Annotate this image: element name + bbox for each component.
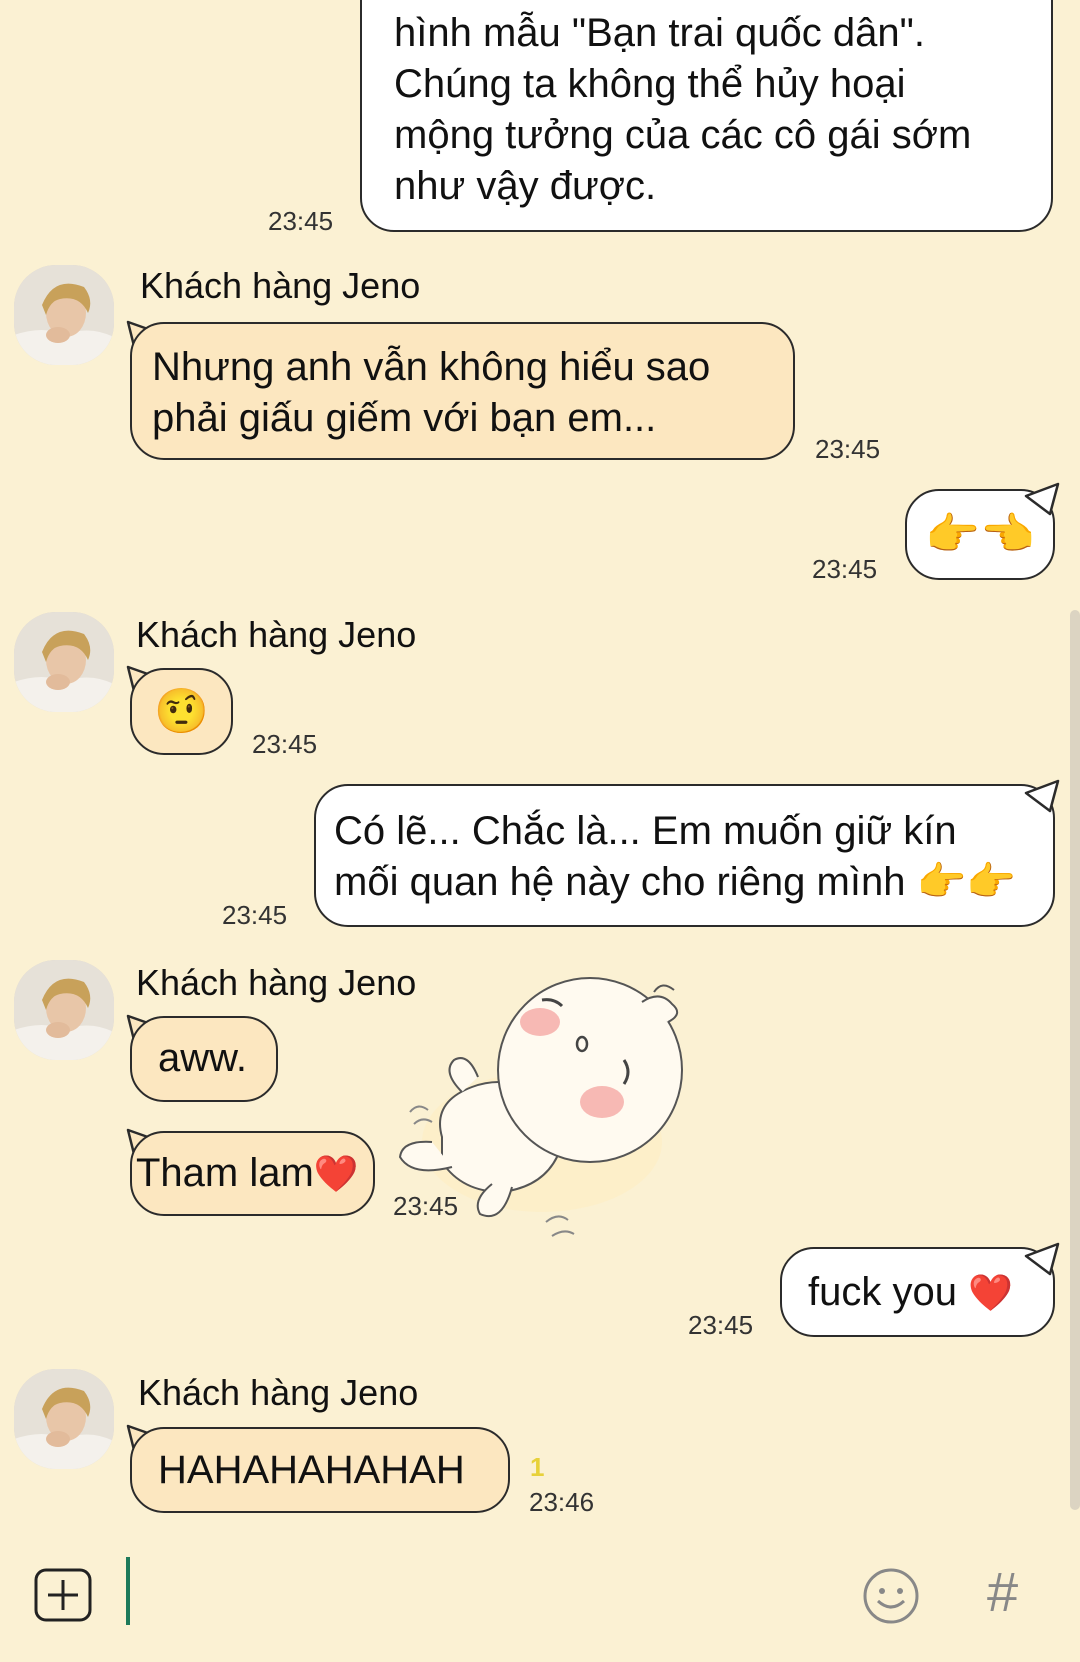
message-text: Tham lam bbox=[136, 1151, 314, 1195]
message-text-line: như vậy được. bbox=[394, 164, 657, 208]
heart-emoji: ❤️ bbox=[968, 1272, 1013, 1313]
message-bubble-incoming[interactable]: 🤨 bbox=[130, 668, 233, 755]
message-time: 23:45 bbox=[815, 434, 881, 464]
avatar[interactable] bbox=[14, 960, 114, 1060]
bubble-tail bbox=[1024, 1242, 1060, 1276]
message-text: HAHAHAHAHAH bbox=[158, 1448, 465, 1492]
sender-name: Khách hàng Jeno bbox=[138, 1372, 419, 1413]
message-bubble-outgoing[interactable]: Có lẽ... Chắc là... Em muốn giữ kín mối … bbox=[314, 784, 1055, 927]
message-time: 23:45 bbox=[812, 554, 878, 584]
hashtag-button[interactable]: # bbox=[987, 1559, 1018, 1624]
message-bubble-incoming[interactable]: Nhưng anh vẫn không hiểu sao phải giấu g… bbox=[130, 322, 795, 460]
message-text: fuck you bbox=[808, 1270, 957, 1314]
message-bubble-incoming[interactable]: aww. bbox=[130, 1016, 278, 1102]
emoji-pointing-fingers: 👉👈 bbox=[925, 510, 1035, 559]
message-bubble-outgoing[interactable]: fuck you ❤️ bbox=[780, 1247, 1055, 1337]
message-time: 23:45 bbox=[222, 900, 288, 930]
message-time: 23:45 bbox=[268, 206, 334, 236]
sender-name: Khách hàng Jeno bbox=[136, 614, 417, 655]
message-bubble-incoming[interactable]: HAHAHAHAHAH bbox=[130, 1427, 510, 1513]
message-text-line: phải giấu giếm với bạn em... bbox=[152, 396, 657, 440]
message-text-line: mộng tưởng của các cô gái sớm bbox=[394, 113, 972, 157]
message-bubble-outgoing[interactable]: hình mẫu "Bạn trai quốc dân". Chúng ta k… bbox=[360, 0, 1053, 232]
avatar[interactable] bbox=[14, 612, 114, 712]
bubble-tail bbox=[1024, 779, 1060, 813]
message-text-line: mối quan hệ này cho riêng mình 👉👉 bbox=[334, 860, 1017, 904]
unread-count: 1 bbox=[530, 1452, 545, 1482]
heart-emoji: ❤️ bbox=[313, 1153, 359, 1194]
avatar[interactable] bbox=[14, 265, 114, 365]
message-composer: # bbox=[0, 1537, 1080, 1662]
message-text-line: Có lẽ... Chắc là... Em muốn giữ kín bbox=[334, 809, 957, 853]
bubble-tail bbox=[1024, 482, 1060, 516]
sender-name: Khách hàng Jeno bbox=[136, 962, 417, 1003]
avatar[interactable] bbox=[14, 1369, 114, 1469]
emoji-raised-eyebrow: 🤨 bbox=[154, 687, 209, 736]
message-text-line: Chúng ta không thể hủy hoại bbox=[394, 62, 906, 106]
message-text-line: hình mẫu "Bạn trai quốc dân". bbox=[394, 11, 925, 55]
message-time: 23:45 bbox=[688, 1310, 754, 1340]
plus-square-icon[interactable] bbox=[34, 1568, 92, 1622]
message-time: 23:45 bbox=[393, 1191, 459, 1221]
message-time: 23:46 bbox=[529, 1487, 595, 1517]
message-text-line: Nhưng anh vẫn không hiểu sao bbox=[152, 345, 711, 389]
text-cursor bbox=[126, 1557, 130, 1625]
message-input[interactable] bbox=[120, 1557, 840, 1627]
message-text: aww. bbox=[158, 1036, 247, 1080]
smiley-icon[interactable] bbox=[862, 1567, 920, 1625]
message-time: 23:45 bbox=[252, 729, 318, 759]
sender-name: Khách hàng Jeno bbox=[140, 265, 421, 306]
scrollbar[interactable] bbox=[1070, 610, 1080, 1510]
message-bubble-incoming[interactable]: Tham lam❤️ bbox=[130, 1131, 375, 1216]
